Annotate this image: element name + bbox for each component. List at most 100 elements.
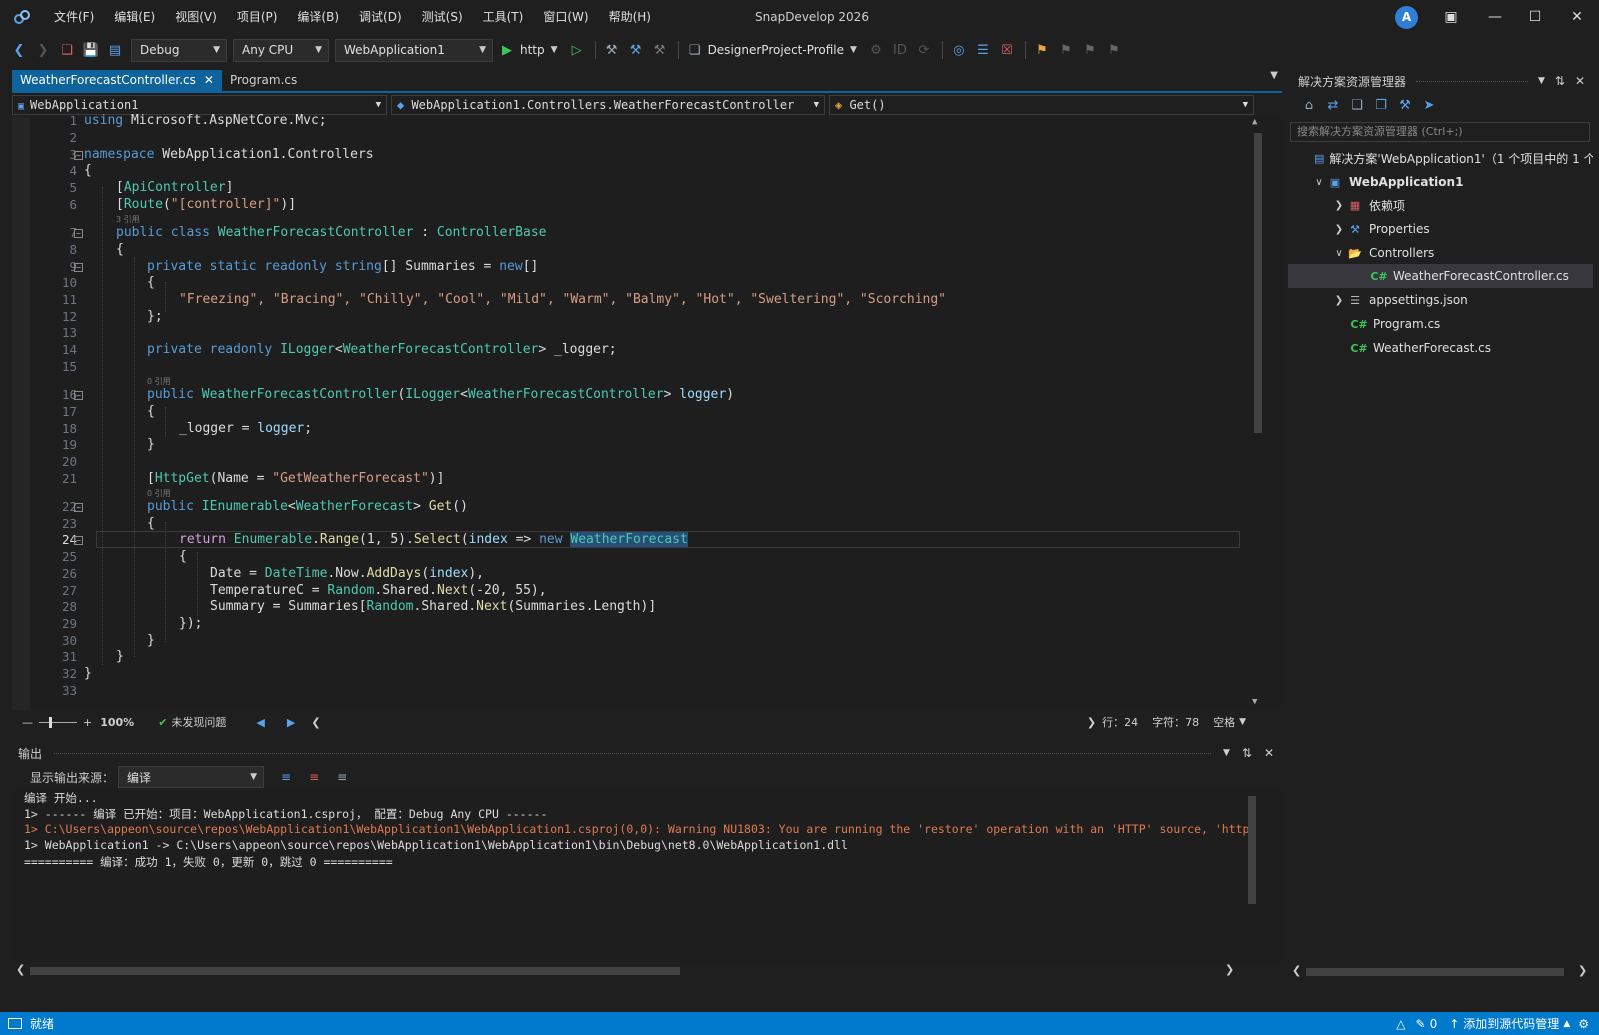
clear-bookmarks-icon[interactable]: ⚑	[1103, 39, 1125, 61]
menu-debug[interactable]: 调试(D)	[349, 0, 412, 34]
collapse-all-icon[interactable]: ❏	[1346, 94, 1368, 116]
arrow-up-icon[interactable]: ↑	[1449, 1017, 1459, 1031]
menu-file[interactable]: 文件(F)	[44, 0, 104, 34]
tree-controllers-folder[interactable]: ∨ 📂 Controllers	[1288, 241, 1593, 265]
pencil-icon[interactable]: ✎	[1416, 1017, 1426, 1031]
pin-icon[interactable]: ⇅	[1242, 746, 1252, 760]
tree-appsettings[interactable]: ❯ ☰ appsettings.json	[1288, 288, 1593, 312]
back-icon[interactable]: ❮	[8, 39, 30, 61]
tree-properties[interactable]: ❯ ⚒ Properties	[1288, 217, 1593, 241]
chevron-down-icon[interactable]: ▼	[1538, 76, 1545, 86]
id-icon[interactable]: ID	[889, 39, 911, 61]
notifications-icon[interactable]: ⚙	[1578, 1017, 1589, 1031]
refresh-icon[interactable]: ⟳	[913, 39, 935, 61]
class-dropdown[interactable]: ◆ WebApplication1.Controllers.WeatherFor…	[391, 95, 825, 115]
tree-project[interactable]: ∨ ▣ WebApplication1	[1288, 170, 1593, 194]
line-indicator[interactable]: 行：24	[1102, 714, 1138, 730]
fold-toggle[interactable]: −	[74, 391, 83, 400]
menu-window[interactable]: 窗口(W)	[533, 0, 598, 34]
new-project-icon[interactable]: ❏	[56, 39, 78, 61]
solution-search-input[interactable]: 搜索解决方案资源管理器 (Ctrl+;)	[1290, 122, 1590, 142]
chevron-down-icon[interactable]: ∨	[1312, 177, 1326, 188]
word-wrap-icon[interactable]: ≡	[337, 770, 347, 784]
start-without-debug-icon[interactable]: ▷	[566, 39, 588, 61]
prev-issue-icon[interactable]: ◀	[256, 716, 264, 729]
close-icon[interactable]: ✕	[204, 70, 214, 91]
goto-message-icon[interactable]: ≡	[281, 770, 291, 784]
clean-icon[interactable]: ⚒	[649, 39, 671, 61]
save-icon[interactable]: 💾	[80, 39, 102, 61]
tree-file-weatherforecastcontroller[interactable]: C# WeatherForecastController.cs	[1288, 264, 1593, 288]
fold-toggle[interactable]: −	[74, 263, 83, 272]
forward-icon[interactable]: ❯	[32, 39, 54, 61]
expand-icon[interactable]: ❯	[1087, 716, 1096, 729]
save-all-icon[interactable]: ▤	[104, 39, 126, 61]
chevron-down-icon[interactable]: ▼	[1239, 717, 1246, 727]
scroll-left-icon[interactable]: ❮	[311, 716, 320, 729]
chevron-up-icon[interactable]: ▲	[1563, 1019, 1570, 1029]
chevron-right-icon[interactable]: ❯	[1332, 295, 1346, 306]
uncomment-icon[interactable]: ☒	[996, 39, 1018, 61]
tab-program[interactable]: Program.cs	[222, 70, 305, 91]
menu-edit[interactable]: 编辑(E)	[104, 0, 165, 34]
chevron-down-icon[interactable]: ▼	[850, 45, 857, 55]
output-source-select[interactable]: 编译 ▼	[118, 766, 265, 788]
platform-select[interactable]: Any CPU ▼	[233, 38, 329, 62]
fold-toggle[interactable]: −	[74, 229, 83, 238]
tree-file-program[interactable]: C# Program.cs	[1288, 312, 1593, 336]
reference-hint[interactable]: 0 引用	[147, 376, 171, 387]
issues-status[interactable]: 未发现问题	[171, 714, 226, 730]
code-editor[interactable]: 1 2 3 4 5 6 7 8 9 10 11 12 13 14 15 16 1…	[12, 113, 1282, 717]
chevron-right-icon[interactable]: ❯	[1332, 224, 1346, 235]
next-bookmark-icon[interactable]: ⚑	[1079, 39, 1101, 61]
pending-changes-count[interactable]: 0	[1430, 1017, 1438, 1031]
sync-icon[interactable]: ⇄	[1322, 94, 1344, 116]
run-icon[interactable]: ▶	[496, 39, 518, 61]
fold-toggle[interactable]: −	[74, 503, 83, 512]
preview-icon[interactable]: ➤	[1418, 94, 1440, 116]
rebuild-icon[interactable]: ⚒	[625, 39, 647, 61]
zoom-out-icon[interactable]: —	[22, 716, 33, 729]
chevron-right-icon[interactable]: ❯	[1332, 200, 1346, 211]
scroll-left-icon[interactable]: ❮	[16, 963, 25, 976]
column-indicator[interactable]: 字符：78	[1152, 714, 1199, 730]
next-issue-icon[interactable]: ▶	[287, 716, 295, 729]
scroll-up-icon[interactable]: ▲	[1252, 117, 1257, 127]
close-icon[interactable]: ✕	[1264, 746, 1274, 760]
output-window-icon[interactable]	[8, 1018, 22, 1029]
solution-horizontal-scrollbar[interactable]: ❮ ❯	[1288, 963, 1593, 981]
properties-icon[interactable]: ⚒	[1394, 94, 1416, 116]
minimize-button[interactable]: —	[1473, 0, 1517, 34]
zoom-in-icon[interactable]: +	[83, 716, 92, 729]
prev-bookmark-icon[interactable]: ⚑	[1055, 39, 1077, 61]
output-text[interactable]: 编译 开始... 1> ------ 编译 已开始：项目：WebApplicat…	[12, 790, 1282, 962]
member-dropdown[interactable]: ◈ Get() ▼	[829, 95, 1254, 115]
scroll-right-icon[interactable]: ❯	[1225, 963, 1234, 976]
chevron-down-icon[interactable]: ∨	[1332, 248, 1346, 259]
maximize-button[interactable]: ☐	[1513, 0, 1557, 34]
menu-help[interactable]: 帮助(H)	[599, 0, 661, 34]
scroll-left-icon[interactable]: ❮	[1292, 964, 1301, 977]
run-target-label[interactable]: http	[520, 43, 545, 57]
menu-project[interactable]: 项目(P)	[227, 0, 288, 34]
home-icon[interactable]: ⌂	[1298, 94, 1320, 116]
profile-icon[interactable]: ❏	[684, 39, 706, 61]
config-select[interactable]: Debug ▼	[131, 38, 227, 62]
menu-build[interactable]: 编译(B)	[287, 0, 349, 34]
scroll-right-icon[interactable]: ❯	[1578, 964, 1587, 977]
debug-target-icon[interactable]: ◎	[948, 39, 970, 61]
comment-icon[interactable]: ☰	[972, 39, 994, 61]
scrollbar-thumb[interactable]	[1254, 133, 1262, 433]
chevron-down-icon[interactable]: ▼	[1223, 748, 1230, 758]
pin-icon[interactable]: ⇅	[1555, 74, 1565, 88]
chevron-down-icon[interactable]: ▼	[551, 45, 558, 55]
editor-vertical-scrollbar[interactable]: ▲ ▼	[1252, 117, 1262, 707]
reference-hint[interactable]: 3 引用	[116, 214, 140, 225]
close-icon[interactable]: ✕	[1575, 74, 1585, 88]
scroll-down-icon[interactable]: ▼	[1252, 697, 1257, 707]
attach-icon[interactable]: ⚙	[865, 39, 887, 61]
close-window-button[interactable]: ✕	[1555, 0, 1599, 34]
git-icon[interactable]: △	[1396, 1017, 1405, 1031]
menu-tools[interactable]: 工具(T)	[473, 0, 534, 34]
show-all-files-icon[interactable]: ❐	[1370, 94, 1392, 116]
